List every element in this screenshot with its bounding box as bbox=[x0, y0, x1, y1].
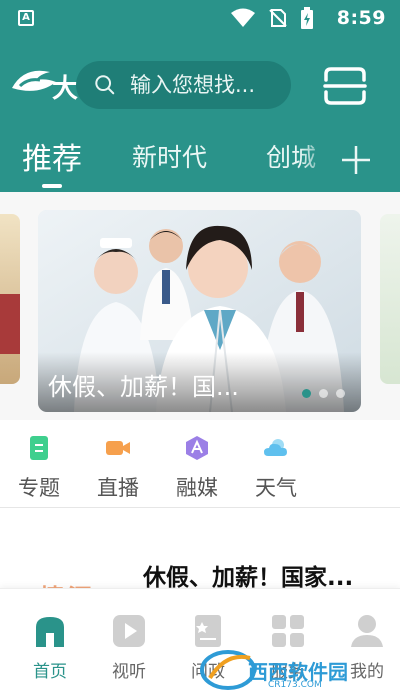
app-logo-icon[interactable] bbox=[10, 66, 58, 98]
play-icon bbox=[113, 615, 145, 647]
plus-icon[interactable] bbox=[336, 140, 376, 180]
banner-card[interactable]: 休假、加薪！国... bbox=[38, 210, 361, 412]
status-time: 8:59 bbox=[336, 7, 386, 29]
tab-recommend[interactable]: 推荐 bbox=[22, 134, 82, 178]
user-icon bbox=[351, 615, 383, 647]
news-title: 休假、加薪！国家... bbox=[143, 565, 354, 591]
scan-icon[interactable] bbox=[322, 66, 368, 106]
active-tab-indicator bbox=[42, 184, 62, 188]
question-list-icon bbox=[195, 615, 221, 647]
channel-tabs: 推荐 新时代 创城 bbox=[0, 132, 400, 192]
news-item[interactable]: 情深 休假、加薪！国家... bbox=[0, 508, 400, 612]
search-icon bbox=[95, 75, 115, 95]
entry-label: 天气 bbox=[255, 476, 297, 500]
watermark-subtext: CR173.COM bbox=[268, 680, 322, 690]
quick-entries: 专题 直播 融媒 天气 bbox=[0, 420, 400, 508]
cloud-icon bbox=[264, 439, 287, 456]
entry-topics[interactable]: 专题 bbox=[4, 434, 74, 502]
document-icon bbox=[30, 436, 48, 460]
banner-carousel[interactable]: 休假、加薪！国... bbox=[0, 192, 400, 420]
status-icons bbox=[230, 7, 314, 29]
carousel-dot[interactable] bbox=[319, 389, 328, 398]
app-header: 大 bbox=[0, 36, 400, 132]
nav-home[interactable]: 首页 bbox=[20, 613, 80, 682]
carousel-dot[interactable] bbox=[336, 389, 345, 398]
no-sim-icon bbox=[269, 9, 287, 27]
entry-label: 融媒 bbox=[176, 476, 218, 500]
tab-fade bbox=[300, 132, 332, 192]
grid-icon bbox=[272, 615, 304, 647]
search-input[interactable] bbox=[130, 73, 280, 97]
nav-label: 首页 bbox=[33, 662, 67, 682]
video-camera-icon bbox=[106, 441, 130, 455]
status-bar: A 8:59 bbox=[0, 0, 400, 36]
entry-media[interactable]: 融媒 bbox=[162, 434, 232, 502]
tab-new-era[interactable]: 新时代 bbox=[132, 138, 207, 174]
carousel-prev-card[interactable] bbox=[0, 214, 20, 384]
battery-charging-icon bbox=[301, 7, 313, 29]
entry-label: 专题 bbox=[18, 476, 60, 500]
nav-media[interactable]: 视听 bbox=[99, 613, 159, 682]
search-bar[interactable] bbox=[76, 61, 291, 109]
notification-app-icon: A bbox=[18, 10, 34, 26]
carousel-dots bbox=[302, 389, 345, 398]
home-icon bbox=[36, 617, 64, 647]
entry-live[interactable]: 直播 bbox=[83, 434, 153, 502]
entry-weather[interactable]: 天气 bbox=[241, 434, 311, 502]
entry-label: 直播 bbox=[97, 476, 139, 500]
logo-text: 大 bbox=[52, 74, 79, 104]
carousel-dot[interactable] bbox=[302, 389, 311, 398]
badge-icon bbox=[186, 436, 208, 460]
wifi-icon bbox=[231, 8, 255, 27]
banner-caption: 休假、加薪！国... bbox=[48, 373, 239, 401]
nav-label: 视听 bbox=[112, 662, 146, 682]
carousel-next-card[interactable] bbox=[380, 214, 400, 384]
